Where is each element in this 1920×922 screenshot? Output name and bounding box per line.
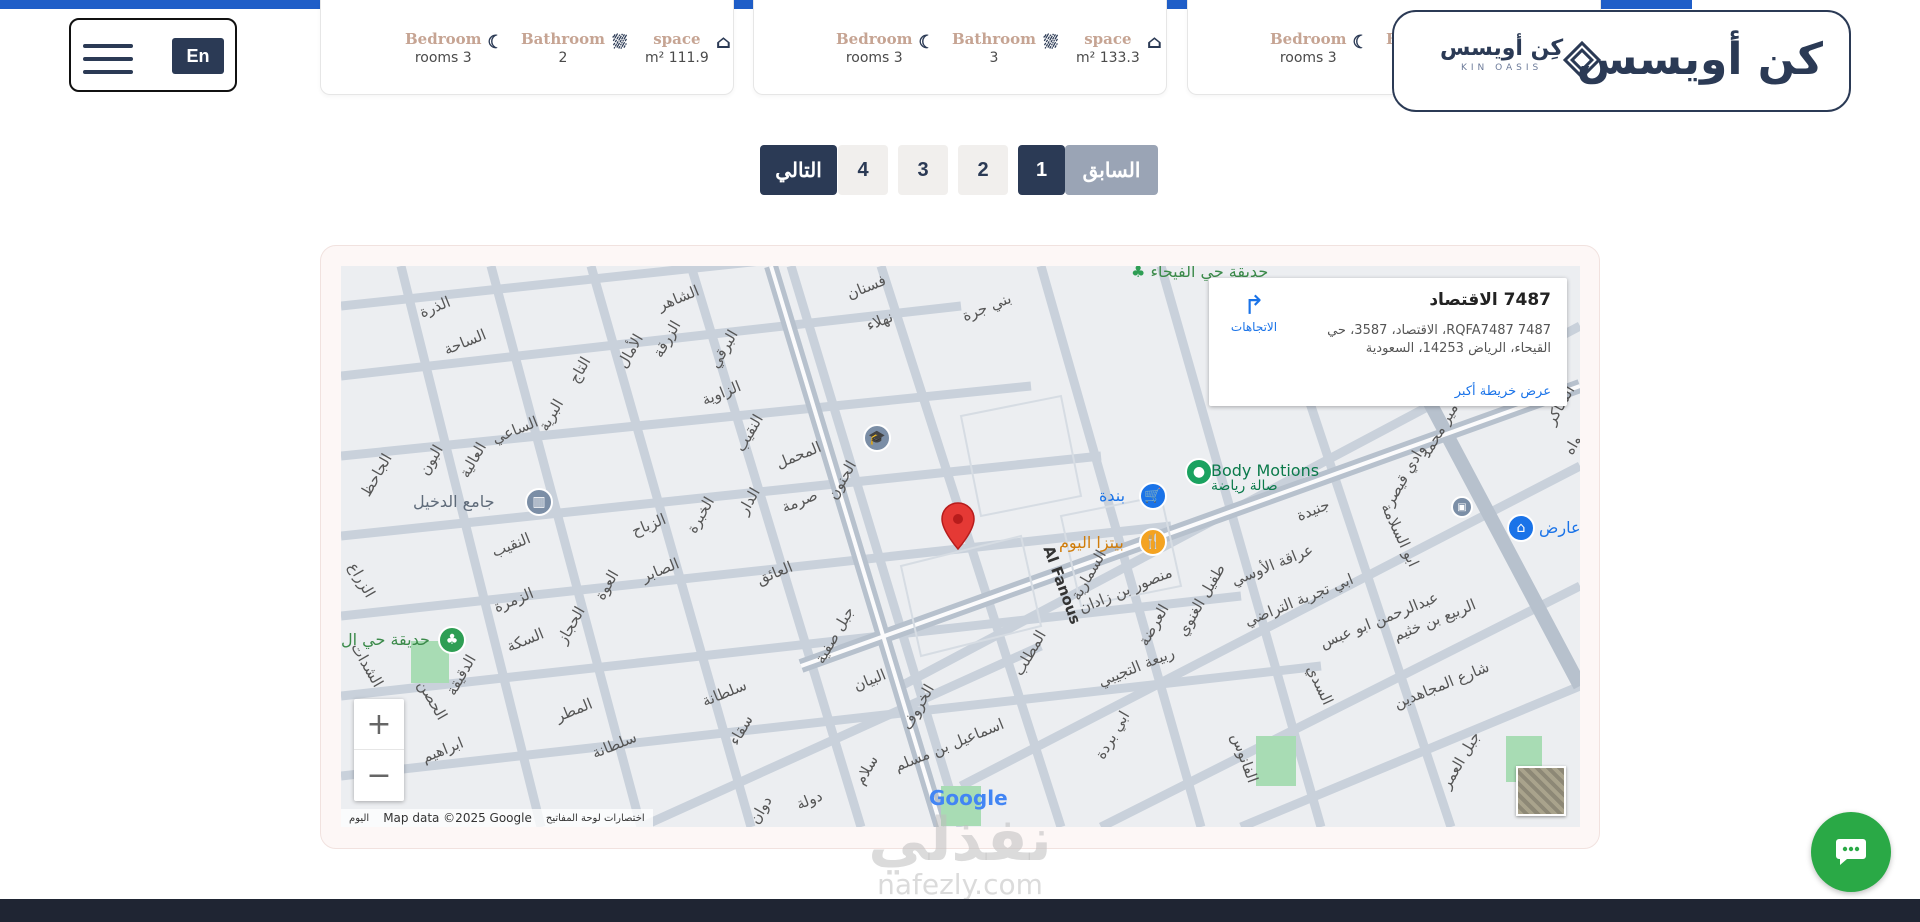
bathtub-icon: ⛆ [612, 32, 628, 53]
bathroom-title: Bathroom [952, 30, 1037, 48]
page-3-button[interactable]: 3 [898, 145, 948, 195]
bedroom-title: Bedroom [1270, 30, 1347, 48]
bedroom-feature: Bedroom ☾ rooms 3 [836, 30, 935, 66]
language-toggle-button[interactable]: En [172, 38, 224, 74]
zoom-out-button[interactable]: − [354, 750, 404, 801]
view-larger-map-link[interactable]: عرض خريطة أكبر [1455, 384, 1551, 399]
poi-mosque: جامع الدخيل [413, 492, 495, 511]
poi-panda: بندة [1099, 486, 1126, 505]
pagination: التالي 4 3 2 1 السابق [760, 145, 1158, 195]
chat-button[interactable] [1811, 812, 1891, 892]
poi-exhibit: عارض [1539, 518, 1580, 537]
moon-icon: ☾ [1352, 32, 1369, 53]
map-info-window: 7487 الاقتصاد 7487 RQFA7487، الاقتصاد، 3… [1209, 278, 1567, 406]
bedroom-value: rooms 3 [1279, 50, 1337, 66]
next-page-button[interactable]: التالي [760, 145, 837, 195]
bathtub-icon: ⛆ [1043, 32, 1059, 53]
moon-icon: ☾ [487, 32, 504, 53]
restaurant-icon[interactable]: 🍴 [1139, 528, 1167, 556]
tree-icon[interactable]: ♣ [438, 626, 466, 654]
bathroom-feature: Bathroom ⛆ 2 [521, 30, 627, 66]
bathroom-value: 2 [558, 50, 568, 66]
space-feature: space ⌂ m² 133.3 [1076, 30, 1162, 66]
page-1-button[interactable]: 1 [1018, 145, 1065, 195]
shopping-bag-icon[interactable]: ⌂ [1507, 514, 1535, 542]
logo-mark-icon [1562, 40, 1602, 80]
google-map[interactable]: الذرة الساحة الشاهر الزرقة الأمال التاج … [341, 266, 1580, 827]
chat-bubble-icon [1836, 839, 1866, 865]
map-container: الذرة الساحة الشاهر الزرقة الأمال التاج … [320, 245, 1600, 849]
property-card[interactable]: Bedroom ☾ rooms 3 Bathroom ⛆ 3 space ⌂ m² 1… [753, 0, 1167, 95]
property-card[interactable]: Bedroom ☾ rooms 3 Bathroom ⛆ 2 space ⌂ m² 1… [320, 0, 734, 95]
bedroom-title: Bedroom [836, 30, 913, 48]
poi-pizza: بيتزا اليوم [1059, 533, 1124, 552]
google-logo-text: Google [929, 786, 1008, 810]
home-icon: ⌂ [1146, 32, 1162, 53]
logo-small-english: KIN OASIS [1460, 63, 1543, 73]
page-4-button[interactable]: 4 [838, 145, 888, 195]
mosque-icon[interactable]: ▥ [525, 488, 553, 516]
space-value: m² 133.3 [1076, 50, 1140, 66]
bedroom-value: rooms 3 [414, 50, 472, 66]
google-logo: Google [929, 786, 1008, 810]
prev-page-button[interactable]: السابق [1065, 145, 1158, 195]
directions-link[interactable]: ↱ الاتجاهات [1225, 292, 1283, 334]
footer [0, 899, 1920, 922]
directions-label: الاتجاهات [1230, 320, 1278, 334]
watermark-english: nafezly.com [877, 868, 1043, 901]
menu-box: En [69, 18, 237, 92]
keyboard-shortcuts-link[interactable]: اختصارات لوحة المفاتيح [546, 813, 645, 824]
info-address: 7487 RQFA7487، الاقتصاد، 3587، حي القيحا… [1327, 323, 1551, 356]
map-attribution: اليوم Map data ©2025 Google اختصارات لوح… [341, 809, 653, 827]
poi-body-motions-sub: صالة رياضة [1211, 478, 1278, 494]
logo-arabic-text: كن أويسس [1576, 34, 1823, 85]
bedroom-feature: Bedroom ☾ rooms 3 [1270, 30, 1369, 66]
zoom-controls: + − [354, 699, 404, 801]
bathroom-title: Bathroom [521, 30, 606, 48]
logo-small-arabic: كِن أويسس [1440, 36, 1564, 61]
bedroom-value: rooms 3 [845, 50, 903, 66]
satellite-toggle-button[interactable] [1516, 766, 1566, 816]
tree-icon: ♣ [1131, 266, 1146, 281]
bedroom-feature: Bedroom ☾ rooms 3 [405, 30, 504, 66]
site-logo[interactable]: كن أويسس كِن أويسس KIN OASIS [1392, 10, 1851, 112]
space-value: m² 111.9 [645, 50, 709, 66]
bathroom-value: 3 [989, 50, 999, 66]
poi-garden-left: حديقة حي ال [341, 630, 430, 649]
location-pin-icon[interactable] [941, 502, 975, 550]
zoom-in-button[interactable]: + [354, 699, 404, 750]
attribution-today[interactable]: اليوم [349, 813, 369, 824]
space-title: space [653, 30, 701, 48]
attribution-map-data: Map data ©2025 Google [383, 811, 532, 825]
moon-icon: ☾ [918, 32, 935, 53]
space-feature: space ⌂ m² 111.9 [645, 30, 731, 66]
page-2-button[interactable]: 2 [958, 145, 1008, 195]
info-title: 7487 الاقتصاد [1429, 290, 1551, 310]
space-title: space [1084, 30, 1132, 48]
home-icon: ⌂ [715, 32, 731, 53]
logo-small: كِن أويسس KIN OASIS [1440, 36, 1563, 73]
shopping-cart-icon[interactable]: 🛒 [1139, 482, 1167, 510]
gym-marker-icon[interactable]: ● [1185, 458, 1213, 486]
school-icon[interactable]: 🎓 [863, 424, 891, 452]
bus-stop-icon[interactable]: ▣ [1451, 496, 1473, 518]
hamburger-menu-icon[interactable] [83, 44, 133, 83]
directions-arrow-icon: ↱ [1243, 291, 1265, 321]
bedroom-title: Bedroom [405, 30, 482, 48]
bathroom-feature: Bathroom ⛆ 3 [952, 30, 1058, 66]
